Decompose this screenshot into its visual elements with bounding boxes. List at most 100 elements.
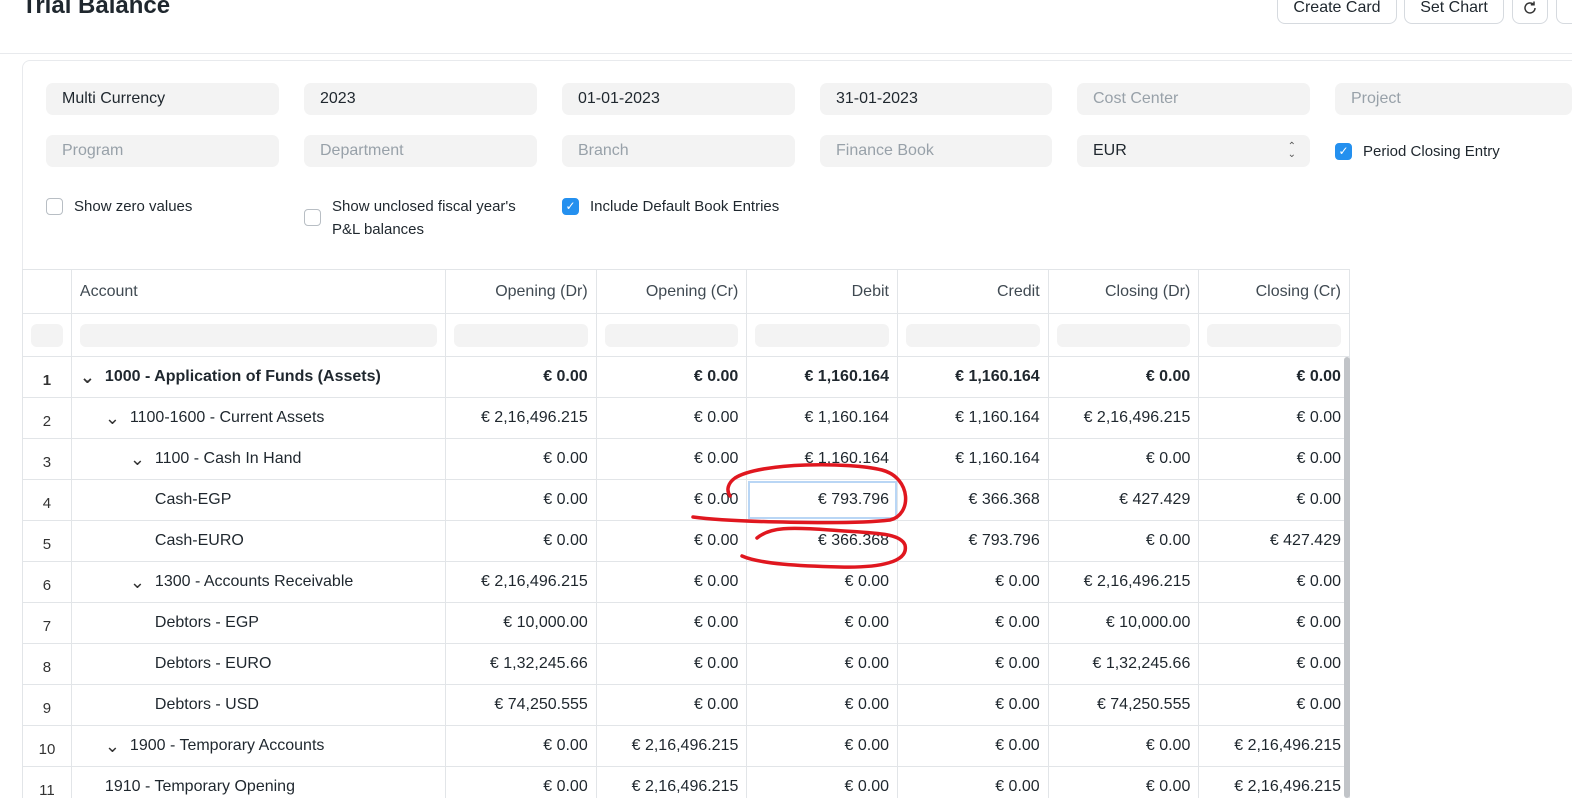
table-row[interactable]: 3 ⌄ 1100 - Cash In Hand € 0.00 € 0.00 € 1,160…	[23, 439, 1351, 480]
closing-dr-cell[interactable]: € 1,32,245.66	[1049, 644, 1200, 684]
table-row[interactable]: 5 Cash-EURO € 0.00 € 0.00 € 366.368 € 793.796…	[23, 521, 1350, 562]
include-default-book-checkbox[interactable]: ✓ Include Default Book Entries	[562, 195, 779, 218]
column-header-credit[interactable]: Credit	[898, 270, 1049, 313]
opening-dr-cell[interactable]: € 0.00	[446, 357, 597, 397]
debit-cell[interactable]: € 1,160.164	[747, 357, 898, 397]
opening-dr-cell[interactable]: € 1,32,245.66	[446, 644, 597, 684]
column-filter-input[interactable]	[79, 323, 438, 347]
closing-cr-cell[interactable]: € 0.00	[1199, 439, 1351, 479]
column-filter-input[interactable]	[755, 323, 889, 347]
opening-dr-cell[interactable]: € 0.00	[446, 480, 597, 520]
opening-dr-cell[interactable]: € 0.00	[446, 767, 597, 798]
credit-cell[interactable]: € 366.368	[898, 480, 1049, 520]
closing-cr-cell[interactable]: € 427.429	[1199, 521, 1350, 561]
column-header-opening-cr[interactable]: Opening (Cr)	[597, 270, 748, 313]
opening-cr-cell[interactable]: € 0.00	[597, 521, 748, 561]
column-filter-input[interactable]	[31, 323, 63, 347]
column-header-debit[interactable]: Debit	[747, 270, 898, 313]
closing-cr-cell[interactable]: € 0.00	[1199, 562, 1351, 602]
closing-cr-cell[interactable]: € 2,16,496.215	[1199, 767, 1350, 798]
account-cell[interactable]: Cash-EURO	[72, 521, 447, 561]
credit-cell[interactable]: € 0.00	[898, 726, 1049, 766]
table-row[interactable]: 7 Debtors - EGP € 10,000.00 € 0.00 € 0.00 € 0…	[23, 603, 1350, 644]
create-card-button[interactable]: Create Card	[1277, 0, 1397, 24]
column-header-closing-dr[interactable]: Closing (Dr)	[1049, 270, 1200, 313]
account-cell[interactable]: Debtors - EGP	[72, 603, 447, 643]
company-field[interactable]: Multi Currency	[46, 83, 279, 115]
credit-cell[interactable]: € 0.00	[898, 767, 1049, 798]
closing-dr-cell[interactable]: € 0.00	[1049, 726, 1200, 766]
account-cell[interactable]: ⌄ 1000 - Application of Funds (Assets)	[72, 357, 447, 397]
account-cell[interactable]: ⌄ 1900 - Temporary Accounts	[72, 726, 447, 766]
currency-select[interactable]: EUR ⌃ ⌄	[1077, 135, 1310, 167]
table-scrollbar[interactable]	[1344, 357, 1350, 798]
table-row[interactable]: 11 1910 - Temporary Opening € 0.00 € 2,16,4…	[23, 767, 1350, 798]
credit-cell[interactable]: € 1,160.164	[898, 357, 1049, 397]
program-field[interactable]: Program	[46, 135, 279, 167]
period-closing-entry-checkbox[interactable]: ✓ Period Closing Entry	[1335, 140, 1500, 163]
credit-cell[interactable]: € 0.00	[898, 685, 1049, 725]
chevron-down-icon[interactable]: ⌄	[130, 450, 146, 468]
show-zero-values-checkbox[interactable]: Show zero values	[46, 195, 192, 218]
chevron-down-icon[interactable]: ⌄	[130, 573, 146, 591]
chevron-down-icon[interactable]: ⌄	[80, 368, 96, 386]
department-field[interactable]: Department	[304, 135, 537, 167]
debit-cell[interactable]: € 0.00	[747, 603, 899, 643]
closing-cr-cell[interactable]: € 0.00	[1199, 644, 1350, 684]
show-unclosed-checkbox[interactable]: Show unclosed fiscal year's P&L balances	[304, 195, 516, 241]
opening-dr-cell[interactable]: € 2,16,496.215	[446, 562, 597, 602]
branch-field[interactable]: Branch	[562, 135, 795, 167]
debit-cell[interactable]: € 366.368	[747, 521, 899, 561]
opening-dr-cell[interactable]: € 0.00	[446, 726, 597, 766]
closing-dr-cell[interactable]: € 0.00	[1049, 357, 1200, 397]
to-date-field[interactable]: 31-01-2023	[820, 83, 1052, 115]
credit-cell[interactable]: € 1,160.164	[898, 439, 1049, 479]
column-header-opening-dr[interactable]: Opening (Dr)	[446, 270, 597, 313]
debit-cell[interactable]: € 0.00	[747, 726, 899, 766]
closing-cr-cell[interactable]: € 0.00	[1199, 685, 1350, 725]
opening-cr-cell[interactable]: € 0.00	[597, 357, 748, 397]
debit-cell[interactable]: € 793.796	[747, 480, 899, 520]
more-button[interactable]	[1556, 0, 1572, 24]
credit-cell[interactable]: € 0.00	[898, 562, 1049, 602]
opening-cr-cell[interactable]: € 0.00	[597, 439, 748, 479]
opening-dr-cell[interactable]: € 2,16,496.215	[446, 398, 597, 438]
opening-cr-cell[interactable]: € 0.00	[597, 562, 748, 602]
column-filter-input[interactable]	[604, 323, 739, 347]
column-filter-input[interactable]	[1207, 323, 1341, 347]
account-cell[interactable]: 1910 - Temporary Opening	[72, 767, 447, 798]
closing-dr-cell[interactable]: € 0.00	[1049, 767, 1200, 798]
opening-cr-cell[interactable]: € 2,16,496.215	[597, 726, 748, 766]
fiscal-year-field[interactable]: 2023	[304, 83, 537, 115]
credit-cell[interactable]: € 0.00	[898, 644, 1049, 684]
table-row[interactable]: 8 Debtors - EURO € 1,32,245.66 € 0.00 € 0.00…	[23, 644, 1350, 685]
debit-cell[interactable]: € 0.00	[747, 685, 899, 725]
debit-cell[interactable]: € 0.00	[747, 562, 899, 602]
opening-dr-cell[interactable]: € 0.00	[446, 439, 597, 479]
table-row[interactable]: 6 ⌄ 1300 - Accounts Receivable € 2,16,496.2…	[23, 562, 1351, 603]
set-chart-button[interactable]: Set Chart	[1404, 0, 1504, 24]
opening-cr-cell[interactable]: € 0.00	[597, 644, 748, 684]
opening-cr-cell[interactable]: € 0.00	[597, 685, 748, 725]
account-cell[interactable]: Cash-EGP	[72, 480, 447, 520]
closing-cr-cell[interactable]: € 0.00	[1199, 603, 1350, 643]
account-cell[interactable]: Debtors - USD	[72, 685, 447, 725]
table-row[interactable]: 9 Debtors - USD € 74,250.555 € 0.00 € 0.00 € …	[23, 685, 1350, 726]
closing-dr-cell[interactable]: € 0.00	[1049, 521, 1200, 561]
column-header-closing-cr[interactable]: Closing (Cr)	[1199, 270, 1350, 313]
closing-dr-cell[interactable]: € 427.429	[1049, 480, 1200, 520]
opening-cr-cell[interactable]: € 2,16,496.215	[597, 767, 748, 798]
closing-dr-cell[interactable]: € 74,250.555	[1049, 685, 1200, 725]
debit-cell[interactable]: € 0.00	[747, 767, 899, 798]
debit-cell[interactable]: € 1,160.164	[747, 398, 899, 438]
table-row[interactable]: 4 Cash-EGP € 0.00 € 0.00 € 793.796 € 366.368 €…	[23, 480, 1350, 521]
opening-cr-cell[interactable]: € 0.00	[597, 603, 748, 643]
closing-dr-cell[interactable]: € 2,16,496.215	[1049, 398, 1200, 438]
opening-dr-cell[interactable]: € 74,250.555	[446, 685, 597, 725]
opening-cr-cell[interactable]: € 0.00	[597, 480, 748, 520]
closing-cr-cell[interactable]: € 0.00	[1199, 480, 1350, 520]
table-row[interactable]: 2 ⌄ 1100-1600 - Current Assets € 2,16,496.2…	[23, 398, 1350, 439]
closing-dr-cell[interactable]: € 0.00	[1049, 439, 1200, 479]
closing-cr-cell[interactable]: € 2,16,496.215	[1199, 726, 1350, 766]
chevron-down-icon[interactable]: ⌄	[105, 409, 121, 427]
